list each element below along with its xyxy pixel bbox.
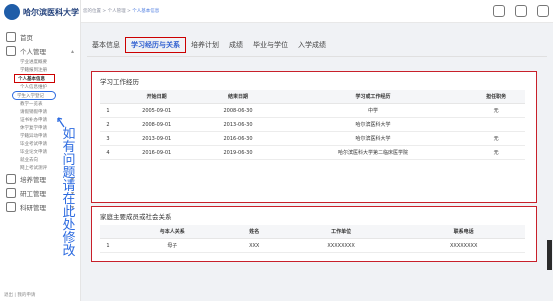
col-name: 姓名 [228, 225, 280, 239]
main-content: 基本信息 学习经历与关系 培养计划 成绩 毕业与学位 入学成绩 学习工作经历 开… [81, 23, 553, 301]
study-work-table: 开始日期 结束日期 学习或工作经历 担任职务 1 2005-09-01 2008-0… [100, 90, 525, 160]
tab-graduation[interactable]: 毕业与学位 [248, 37, 293, 53]
sidebar-sub-item[interactable]: 学籍报到注册 [0, 66, 80, 74]
bottom-links[interactable]: 退出 | 我的申请 [4, 292, 35, 298]
tab-divider [87, 56, 547, 57]
col-org: 学习或工作经历 [278, 90, 468, 104]
family-table: 与本人关系 姓名 工作单位 联系电话 1 母子 XXX XXXXXXXX XXXXXXX… [100, 225, 525, 253]
sidebar-sub-item-circled[interactable]: 学生入学登记 [12, 91, 56, 100]
table-row: 1 母子 XXX XXXXXXXX XXXXXXXX [100, 238, 525, 253]
sidebar-sub-item[interactable]: 教学一览表 [0, 100, 80, 108]
lock-icon[interactable] [515, 5, 527, 17]
university-seal-icon [4, 4, 20, 20]
study-work-panel: 学习工作经历 开始日期 结束日期 学习或工作经历 担任职务 1 2005-09-0… [91, 71, 537, 203]
table-header: 开始日期 结束日期 学习或工作经历 担任职务 [100, 90, 525, 104]
breadcrumb: 您的位置 > 个人管理 > 个人基本信息 [83, 9, 160, 14]
col-relation: 与本人关系 [116, 225, 229, 239]
tab-training-plan[interactable]: 培养计划 [186, 37, 224, 53]
tab-entrance-scores[interactable]: 入学成绩 [293, 37, 331, 53]
sidebar-item-home[interactable]: 首页 [0, 30, 80, 44]
tab-study-history[interactable]: 学习经历与关系 [125, 37, 186, 53]
col-end: 结束日期 [197, 90, 279, 104]
profile-icon[interactable] [537, 5, 549, 17]
bell-icon[interactable] [493, 5, 505, 17]
family-panel: 家庭主要成员或社会关系 与本人关系 姓名 工作单位 联系电话 1 母子 XXX XXX… [91, 206, 537, 262]
table-row: 1 2005-09-01 2008-06-30 中学无 [100, 103, 525, 118]
home-icon [6, 32, 16, 42]
col-start: 开始日期 [116, 90, 198, 104]
panel-title: 家庭主要成员或社会关系 [100, 213, 172, 221]
sidebar-sub-item[interactable]: 个人信息维护 [0, 83, 80, 91]
tab-basic-info[interactable]: 基本信息 [87, 37, 125, 53]
user-icon [6, 46, 16, 56]
col-phone: 联系电话 [402, 225, 525, 239]
sidebar-sub-item[interactable]: 请假销假申请 [0, 108, 80, 116]
book-icon [6, 174, 16, 184]
sidebar-item-personal[interactable]: 个人管理 ▴ [0, 44, 80, 58]
app-logo: 哈尔滨医科大学 [4, 4, 79, 20]
tab-grades[interactable]: 成绩 [224, 37, 248, 53]
top-icons [493, 5, 549, 17]
scrollbar-handle[interactable] [547, 240, 552, 270]
flask-icon [6, 202, 16, 212]
top-bar: 您的位置 > 个人管理 > 个人基本信息 [81, 0, 553, 23]
col-unit: 工作单位 [279, 225, 403, 239]
panel-title: 学习工作经历 [100, 78, 139, 86]
table-row: 4 2016-09-01 2019-06-30 哈尔滨医科大学第二临床医学院无 [100, 145, 525, 160]
col-role: 担任职务 [467, 90, 525, 104]
tab-bar: 基本信息 学习经历与关系 培养计划 成绩 毕业与学位 入学成绩 [87, 37, 331, 53]
sidebar-sub-item[interactable]: 学业进度概要 [0, 58, 80, 66]
table-row: 2 2008-09-01 2013-06-30 哈尔滨医科大学 [100, 117, 525, 132]
logo-text: 哈尔滨医科大学 [23, 6, 79, 17]
chevron-up-icon: ▴ [70, 47, 74, 55]
sidebar-sub-item-active[interactable]: 个人基本信息 [14, 74, 55, 83]
sidebar-sub-item[interactable]: 证书补办申请 [0, 116, 80, 124]
table-header: 与本人关系 姓名 工作单位 联系电话 [100, 225, 525, 239]
table-row: 3 2013-09-01 2016-06-30 哈尔滨医科大学无 [100, 131, 525, 146]
document-icon [6, 188, 16, 198]
annotation-text: 如有问题请在此处修改 [62, 127, 76, 259]
